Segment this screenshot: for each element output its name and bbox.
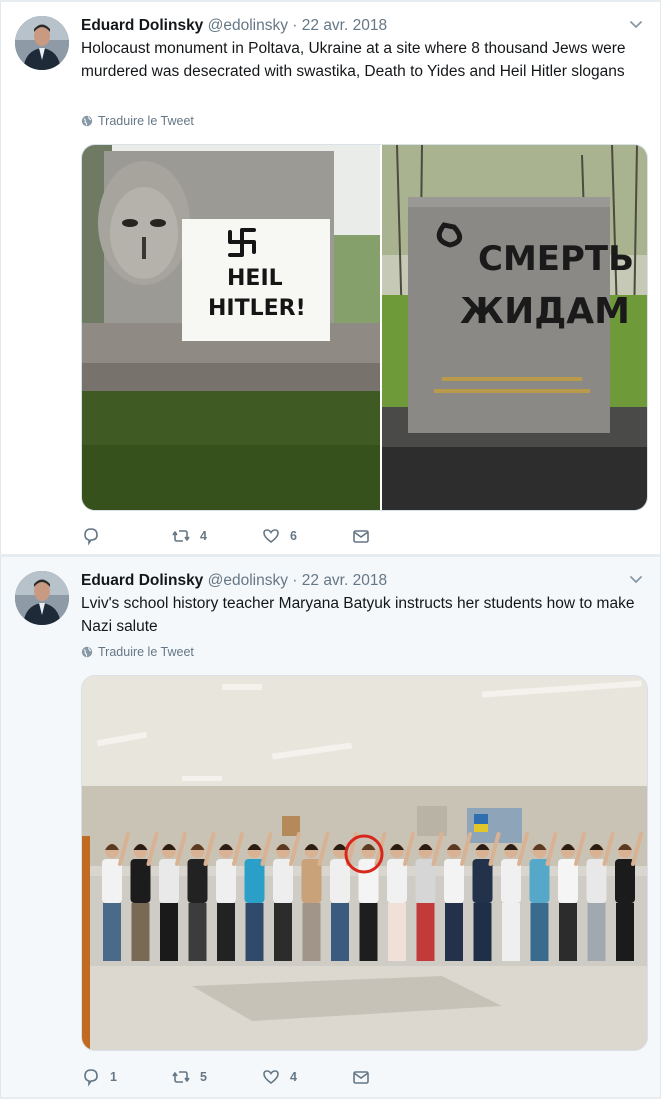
- tweet-actions: 4 6: [81, 526, 441, 546]
- author-handle[interactable]: @edolinsky: [208, 17, 288, 34]
- retweet-button[interactable]: 4: [171, 526, 261, 546]
- envelope-icon: [353, 530, 369, 543]
- avatar[interactable]: [15, 16, 69, 70]
- translate-label: Traduire le Tweet: [98, 114, 194, 128]
- photo-monument-graffiti[interactable]: СМЕРТЬ ЖИДАМ: [382, 145, 648, 511]
- tweet-text: Lviv's school history teacher Maryana Ba…: [81, 595, 635, 635]
- reply-icon: [84, 528, 98, 546]
- heart-icon: [263, 1070, 279, 1084]
- heart-icon: [263, 529, 279, 543]
- like-button[interactable]: 4: [261, 1067, 351, 1087]
- reply-button[interactable]: 1: [81, 1067, 171, 1087]
- envelope-icon: [353, 1071, 369, 1084]
- retweet-button[interactable]: 5: [171, 1067, 261, 1087]
- translate-label: Traduire le Tweet: [98, 645, 194, 659]
- reply-icon: [84, 1069, 98, 1087]
- author-name[interactable]: Eduard Dolinsky: [81, 17, 203, 34]
- like-count: 6: [290, 529, 297, 543]
- tweet-date[interactable]: 22 avr. 2018: [302, 572, 387, 589]
- translate-tweet-link[interactable]: Traduire le Tweet: [81, 114, 194, 128]
- reply-count: 1: [110, 1070, 117, 1084]
- graffiti-hitler: HITLER!: [208, 296, 306, 321]
- tweet-date[interactable]: 22 avr. 2018: [302, 17, 387, 34]
- date-separator: ·: [287, 572, 302, 589]
- tweet-photos[interactable]: HEIL HITLER! СМЕРТЬ ЖИДАМ: [81, 144, 648, 511]
- like-count: 4: [290, 1070, 297, 1084]
- reply-button[interactable]: [81, 526, 171, 546]
- translate-tweet-link[interactable]: Traduire le Tweet: [81, 645, 194, 659]
- tweet-photo[interactable]: [81, 675, 648, 1051]
- direct-message-button[interactable]: [351, 1067, 441, 1087]
- tweet-text: Holocaust monument in Poltava, Ukraine a…: [81, 40, 626, 80]
- tweet[interactable]: Eduard Dolinsky @edolinsky · 22 avr. 201…: [0, 2, 661, 554]
- graffiti-smert: СМЕРТЬ: [478, 239, 634, 279]
- like-button[interactable]: 6: [261, 526, 351, 546]
- graffiti-heil: HEIL: [227, 266, 283, 291]
- author-handle[interactable]: @edolinsky: [208, 572, 288, 589]
- tweet[interactable]: Eduard Dolinsky @edolinsky · 22 avr. 201…: [0, 557, 661, 1097]
- retweet-count: 4: [200, 529, 207, 543]
- author-name[interactable]: Eduard Dolinsky: [81, 572, 203, 589]
- photo-school-hallway[interactable]: [82, 676, 648, 1051]
- avatar[interactable]: [15, 571, 69, 625]
- chevron-down-icon[interactable]: [628, 571, 644, 587]
- direct-message-button[interactable]: [351, 526, 441, 546]
- retweet-count: 5: [200, 1070, 207, 1084]
- tweet-actions: 1 5 4: [81, 1067, 441, 1087]
- chevron-down-icon[interactable]: [628, 16, 644, 32]
- tweet-feed: Eduard Dolinsky @edolinsky · 22 avr. 201…: [0, 0, 661, 1099]
- retweet-icon: [172, 1071, 190, 1083]
- globe-icon: [81, 115, 93, 127]
- tweet-header: Eduard Dolinsky @edolinsky · 22 avr. 201…: [81, 571, 387, 591]
- tweet-header: Eduard Dolinsky @edolinsky · 22 avr. 201…: [81, 16, 387, 36]
- graffiti-zhidam: ЖИДАМ: [460, 291, 630, 332]
- retweet-icon: [172, 530, 190, 542]
- globe-icon: [81, 646, 93, 658]
- photo-monument-swastika[interactable]: HEIL HITLER!: [82, 145, 380, 511]
- date-separator: ·: [287, 17, 302, 34]
